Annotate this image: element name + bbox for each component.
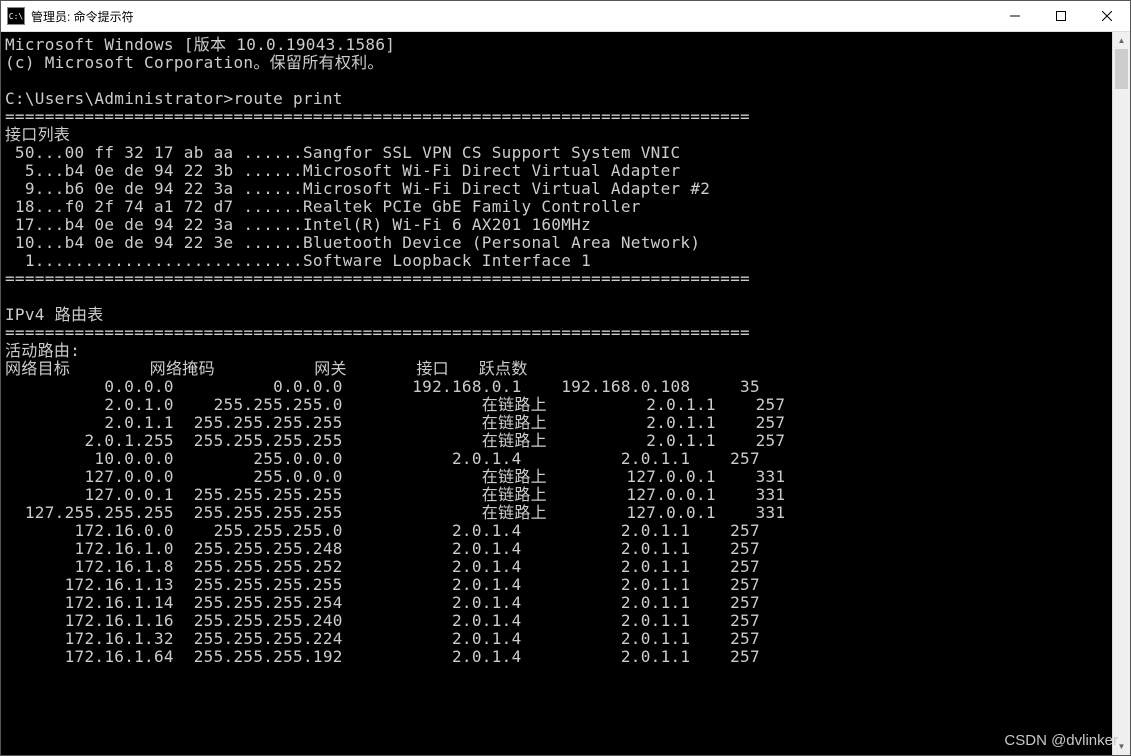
app-icon: C:\ (7, 7, 25, 25)
window-title: 管理员: 命令提示符 (31, 8, 134, 25)
scrollbar[interactable]: ▲ ▼ (1112, 32, 1130, 755)
titlebar[interactable]: C:\ 管理员: 命令提示符 (1, 1, 1130, 32)
scroll-thumb[interactable] (1115, 49, 1128, 89)
maximize-button[interactable] (1038, 1, 1084, 31)
app-window: C:\ 管理员: 命令提示符 Microsoft Windows [版本 10.… (0, 0, 1131, 756)
watermark: CSDN @dvlinker (1004, 732, 1118, 749)
close-button[interactable] (1084, 1, 1130, 31)
scroll-track[interactable] (1113, 49, 1130, 738)
terminal-output[interactable]: Microsoft Windows [版本 10.0.19043.1586] (… (1, 32, 1112, 755)
minimize-button[interactable] (992, 1, 1038, 31)
scroll-up-icon[interactable]: ▲ (1113, 32, 1130, 49)
